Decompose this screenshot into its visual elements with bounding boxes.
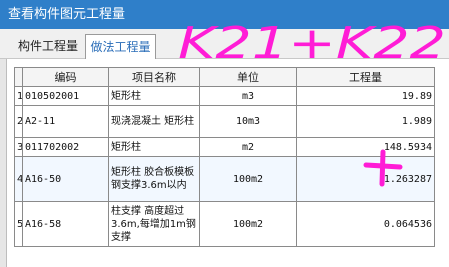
header-code[interactable]: 编码 [22,67,109,87]
header-index [14,67,23,87]
cell-item-name[interactable]: 矩形柱 [108,137,200,157]
row-index: 5 [14,201,23,247]
header-item-name[interactable]: 项目名称 [108,67,200,87]
cell-code[interactable]: A16-50 [22,156,109,202]
cell-quantity[interactable]: 1.263287 [296,156,435,202]
cell-quantity[interactable]: 1.989 [296,105,435,138]
row-index: 1 [14,86,23,106]
cell-unit[interactable]: m2 [199,137,297,157]
window-title: 查看构件图元工程量 [8,7,126,22]
table-row[interactable]: 1 010502001 矩形柱 m3 19.89 [14,86,435,106]
header-quantity[interactable]: 工程量 [296,67,435,87]
cell-item-name[interactable]: 矩形柱 胶合板模板 钢支撑3.6m以内 [108,156,200,202]
cell-unit[interactable]: 100m2 [199,156,297,202]
cell-item-name[interactable]: 矩形柱 [108,86,200,106]
tab-method-quantity[interactable]: 做法工程量 [85,34,156,59]
left-panel-edge [0,59,7,267]
cell-unit[interactable]: 100m2 [199,201,297,247]
cell-item-name[interactable]: 柱支撑 高度超过3.6m,每增加1m钢支撑 [108,201,200,247]
cell-code[interactable]: 010502001 [22,86,109,106]
table-row[interactable]: 2 A2-11 现浇混凝土 矩形柱 10m3 1.989 [14,105,435,138]
cell-unit[interactable]: 10m3 [199,105,297,138]
table-row[interactable]: 5 A16-58 柱支撑 高度超过3.6m,每增加1m钢支撑 100m2 0.0… [14,201,435,247]
window-title-bar: 查看构件图元工程量 [0,0,449,29]
cell-unit[interactable]: m3 [199,86,297,106]
quantity-table: 编码 项目名称 单位 工程量 1 010502001 矩形柱 m3 19.89 … [14,67,435,247]
table-row[interactable]: 3 011702002 矩形柱 m2 148.5934 [14,137,435,157]
cell-quantity[interactable]: 0.064536 [296,201,435,247]
row-index: 4 [14,156,23,202]
tab-bar: 构件工程量 做法工程量 [0,29,449,59]
cell-quantity[interactable]: 19.89 [296,86,435,106]
cell-item-name[interactable]: 现浇混凝土 矩形柱 [108,105,200,138]
header-unit[interactable]: 单位 [199,67,297,87]
row-index: 3 [14,137,23,157]
row-index: 2 [14,105,23,138]
cell-code[interactable]: 011702002 [22,137,109,157]
table-header-row: 编码 项目名称 单位 工程量 [14,67,435,87]
cell-quantity[interactable]: 148.5934 [296,137,435,157]
tab-component-quantity[interactable]: 构件工程量 [13,34,83,59]
cell-code[interactable]: A16-58 [22,201,109,247]
table-row[interactable]: 4 A16-50 矩形柱 胶合板模板 钢支撑3.6m以内 100m2 1.263… [14,156,435,202]
cell-code[interactable]: A2-11 [22,105,109,138]
